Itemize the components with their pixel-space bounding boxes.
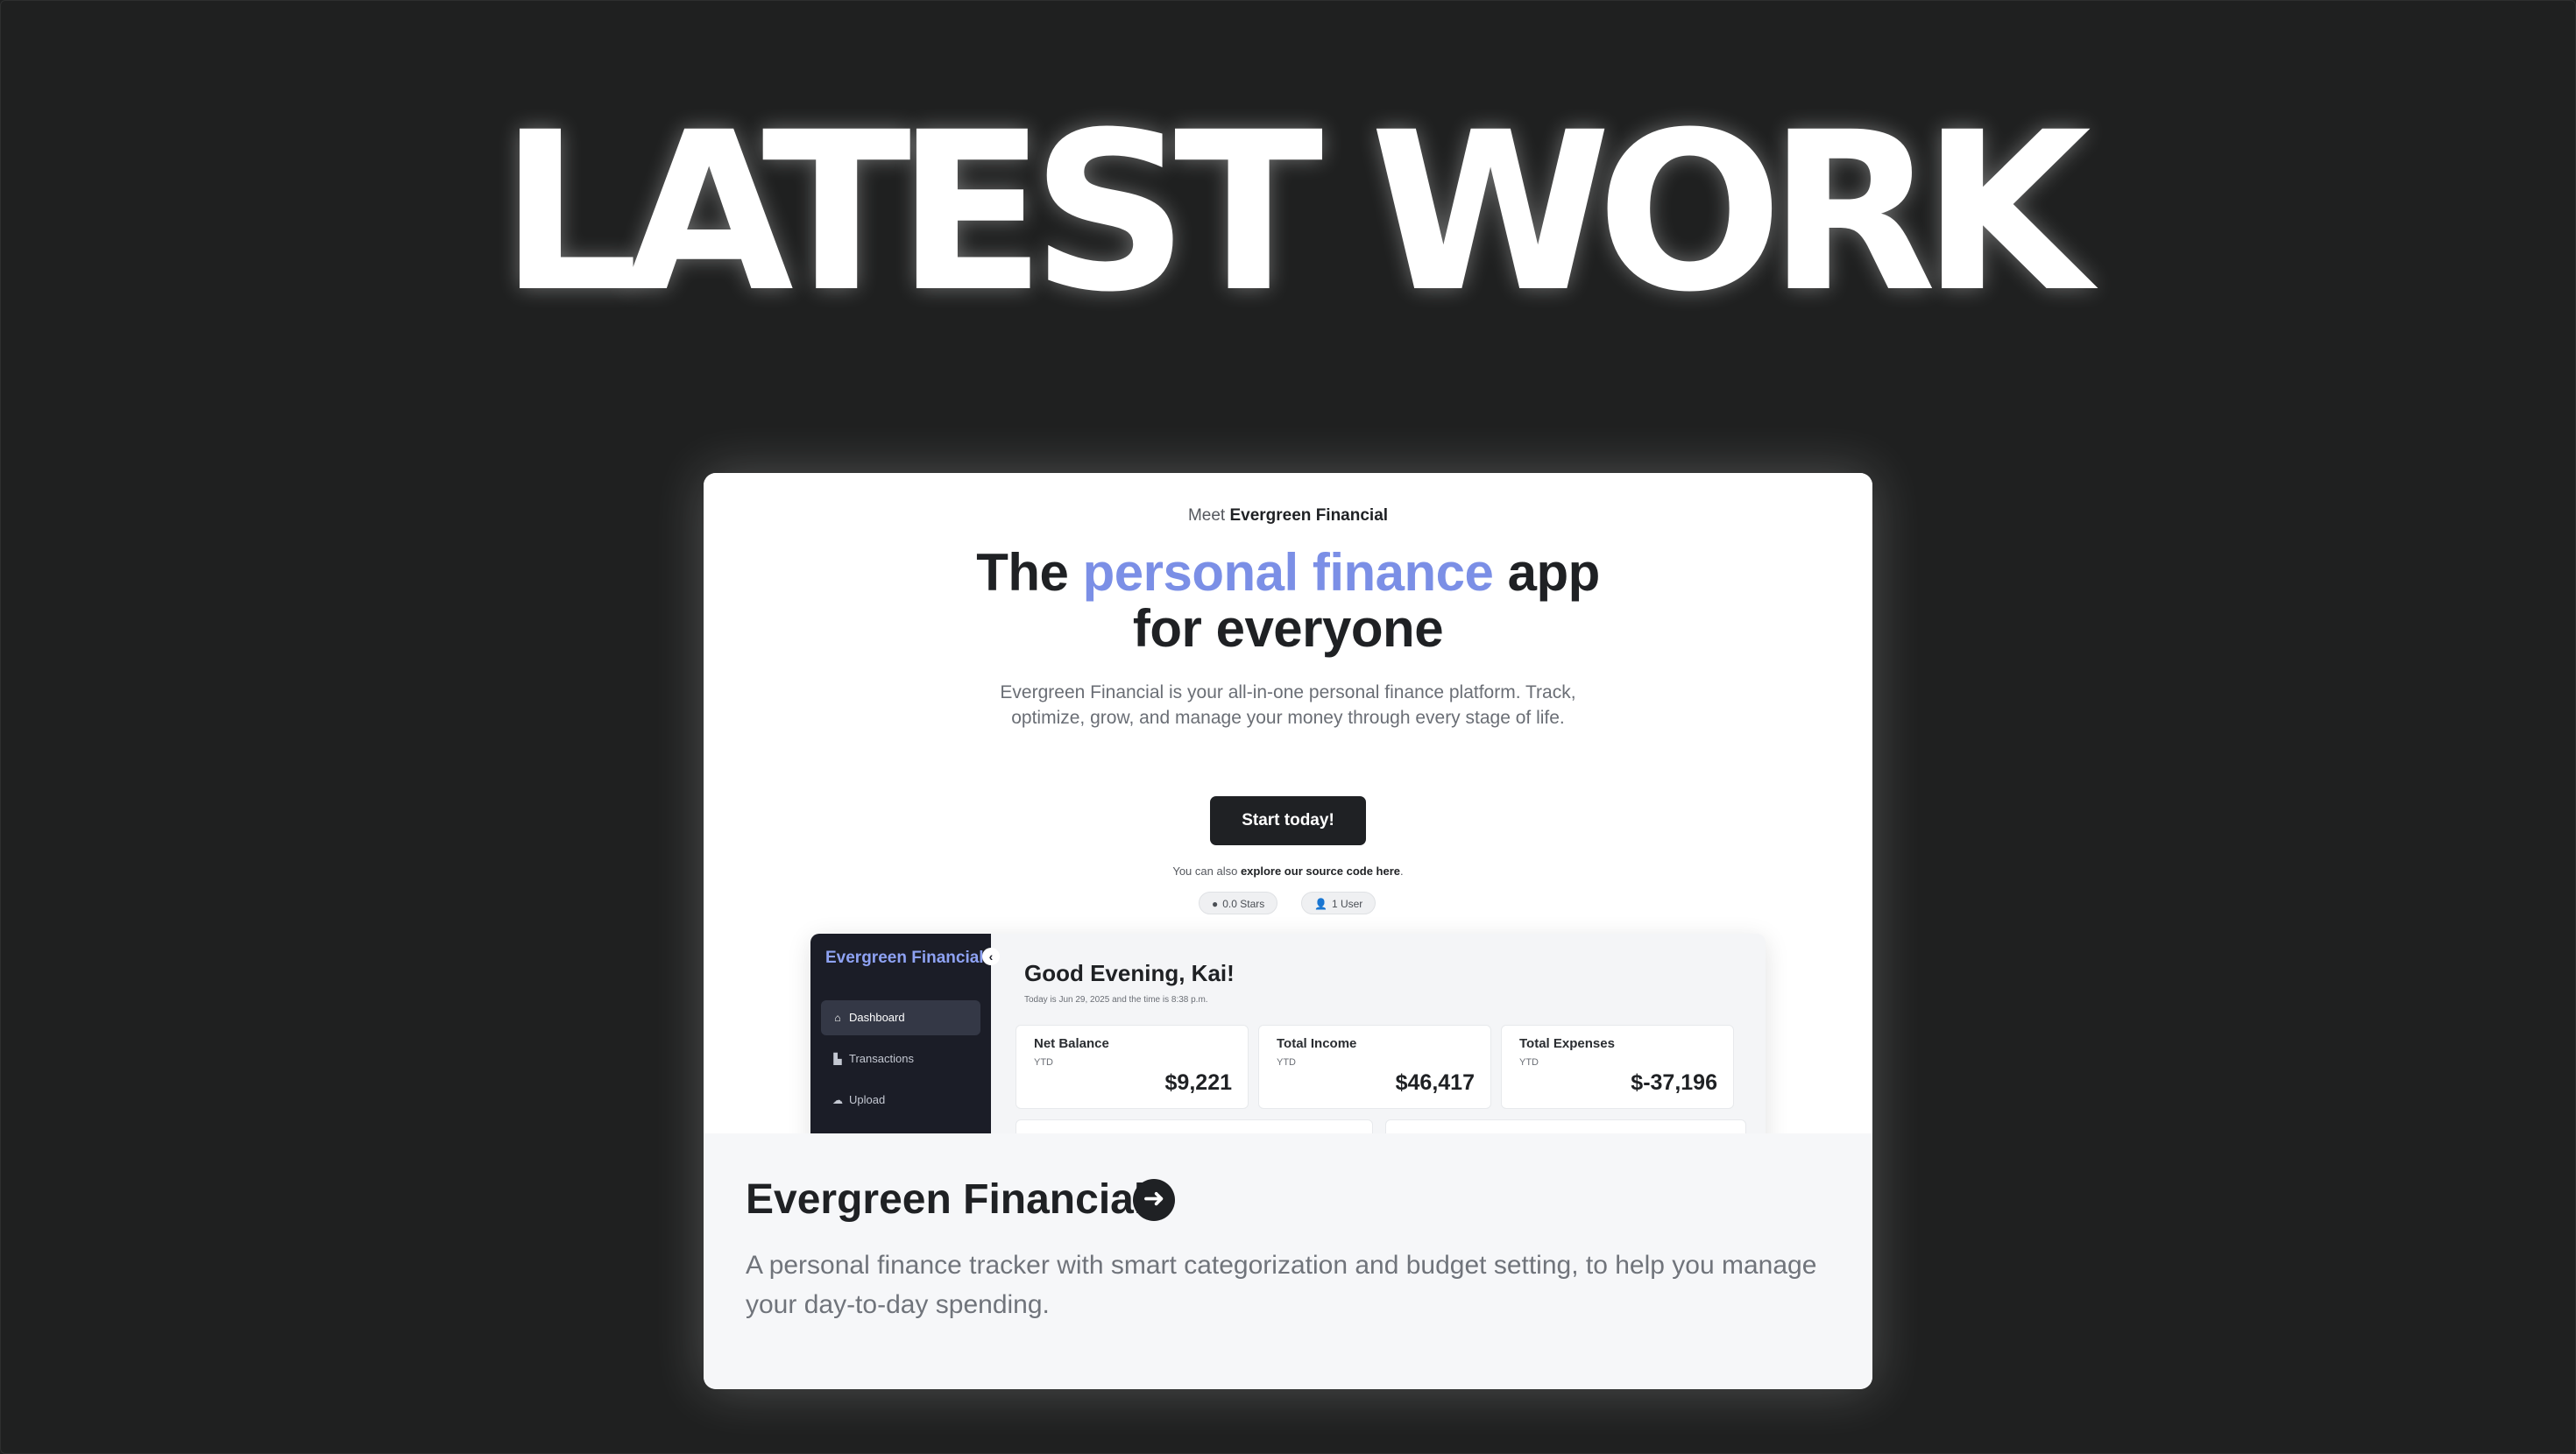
app-brand: Evergreen Financial xyxy=(825,949,984,967)
stat-label: Net Balance xyxy=(1034,1036,1109,1051)
user-icon: 👤 xyxy=(1314,898,1327,910)
project-card[interactable]: Meet Evergreen Financial The personal fi… xyxy=(704,473,1872,1389)
meet-brand: Evergreen Financial xyxy=(1229,506,1389,525)
project-preview-image[interactable]: Meet Evergreen Financial The personal fi… xyxy=(704,473,1872,1133)
app-screenshot: Evergreen Financial ‹ ⌂ Dashboard ▙ Transa… xyxy=(810,934,1766,1133)
source-code-link[interactable]: explore our source code here xyxy=(1241,865,1400,878)
hero-description: Evergreen Financial is your all-in-one p… xyxy=(1000,682,1576,728)
lower-panel xyxy=(1385,1119,1746,1133)
app-sidebar: Evergreen Financial ‹ ⌂ Dashboard ▙ Transa… xyxy=(810,934,1000,1133)
stat-value: $9,221 xyxy=(1164,1070,1232,1095)
chart-icon: ▙ xyxy=(833,1053,842,1065)
sidebar-item-label: Dashboard xyxy=(849,1011,905,1024)
stat-card-total-income: Total Income YTD $46,417 xyxy=(1258,1025,1491,1109)
home-icon: ⌂ xyxy=(834,1012,841,1024)
source-line: You can also explore our source code her… xyxy=(704,865,1872,878)
stat-period: YTD xyxy=(1034,1057,1053,1068)
hero-title-mid: app xyxy=(1507,543,1601,602)
cloud-upload-icon: ☁ xyxy=(832,1094,843,1106)
sidebar-item-upload[interactable]: ☁ Upload xyxy=(821,1083,980,1118)
stat-label: Total Expenses xyxy=(1519,1036,1615,1051)
meet-prefix: Meet xyxy=(1187,506,1226,525)
hero-title-end: for everyone xyxy=(1132,599,1444,658)
lower-panel xyxy=(1016,1119,1373,1133)
project-title[interactable]: Evergreen Financial xyxy=(746,1175,1145,1225)
github-icon: ● xyxy=(1212,898,1219,910)
sidebar-item-transactions[interactable]: ▙ Transactions xyxy=(821,1041,980,1076)
stars-label: 0.0 Stars xyxy=(1222,898,1265,910)
stat-value: $-37,196 xyxy=(1631,1070,1717,1095)
stars-pill[interactable]: ● 0.0 Stars xyxy=(1199,892,1278,914)
hero-title-accent: personal finance xyxy=(1082,543,1494,602)
stat-value: $46,417 xyxy=(1395,1070,1475,1095)
hero-title-start: The xyxy=(976,543,1069,602)
greeting-subtitle: Today is Jun 29, 2025 and the time is 8:… xyxy=(1024,995,1208,1005)
sidebar-item-label: Transactions xyxy=(849,1052,914,1065)
greeting: Good Evening, Kai! xyxy=(1024,960,1235,986)
app-main: Good Evening, Kai! Today is Jun 29, 2025… xyxy=(991,934,1766,1133)
start-today-button[interactable]: Start today! xyxy=(1210,796,1366,845)
stat-card-net-balance: Net Balance YTD $9,221 xyxy=(1016,1025,1249,1109)
meet-line: Meet Evergreen Financial xyxy=(704,506,1872,526)
stat-label: Total Income xyxy=(1277,1036,1357,1051)
project-description: A personal finance tracker with smart ca… xyxy=(746,1251,1817,1319)
stat-card-total-expenses: Total Expenses YTD $-37,196 xyxy=(1501,1025,1734,1109)
users-pill[interactable]: 👤 1 User xyxy=(1301,892,1376,914)
source-suffix: . xyxy=(1400,865,1404,878)
project-info: Evergreen Financial ➜ A personal finance… xyxy=(704,1133,1872,1389)
section-title: LATEST WORK xyxy=(499,85,2091,340)
arrow-right-icon[interactable]: ➜ xyxy=(1133,1179,1175,1221)
hero-title: The personal finance app for everyone xyxy=(704,545,1872,657)
stat-period: YTD xyxy=(1519,1057,1539,1068)
sidebar-item-dashboard[interactable]: ⌂ Dashboard xyxy=(821,1000,980,1035)
stat-period: YTD xyxy=(1277,1057,1296,1068)
source-prefix: You can also xyxy=(1172,865,1238,878)
sidebar-item-label: Upload xyxy=(849,1093,886,1106)
users-label: 1 User xyxy=(1331,898,1363,910)
